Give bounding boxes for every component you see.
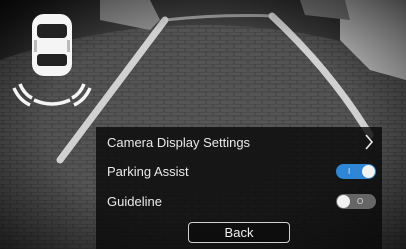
parking-assist-label: Parking Assist — [107, 163, 189, 179]
guideline-toggle[interactable]: O — [336, 193, 376, 209]
camera-display-settings-row[interactable]: Camera Display Settings — [107, 130, 376, 154]
parking-assist-row: Parking Assist I — [107, 159, 376, 183]
parking-sensor-arc-icon — [12, 83, 92, 107]
car-top-view-icon — [12, 14, 92, 107]
guideline-row: Guideline O — [107, 189, 376, 213]
chevron-right-icon[interactable] — [362, 133, 376, 151]
toggle-off-mark: O — [357, 196, 364, 206]
guideline-label: Guideline — [107, 193, 162, 209]
camera-settings-panel: Camera Display Settings Parking Assist I… — [96, 127, 382, 249]
toggle-on-mark: I — [348, 166, 351, 176]
panel-title: Camera Display Settings — [107, 134, 251, 150]
car-body — [32, 14, 72, 76]
toggle-knob — [362, 164, 375, 178]
parked-car-left — [100, 0, 160, 30]
parking-assist-toggle[interactable]: I — [336, 163, 376, 179]
back-button[interactable]: Back — [188, 222, 290, 243]
toggle-knob — [337, 194, 350, 208]
rear-camera-screen: Camera Display Settings Parking Assist I… — [0, 0, 406, 249]
